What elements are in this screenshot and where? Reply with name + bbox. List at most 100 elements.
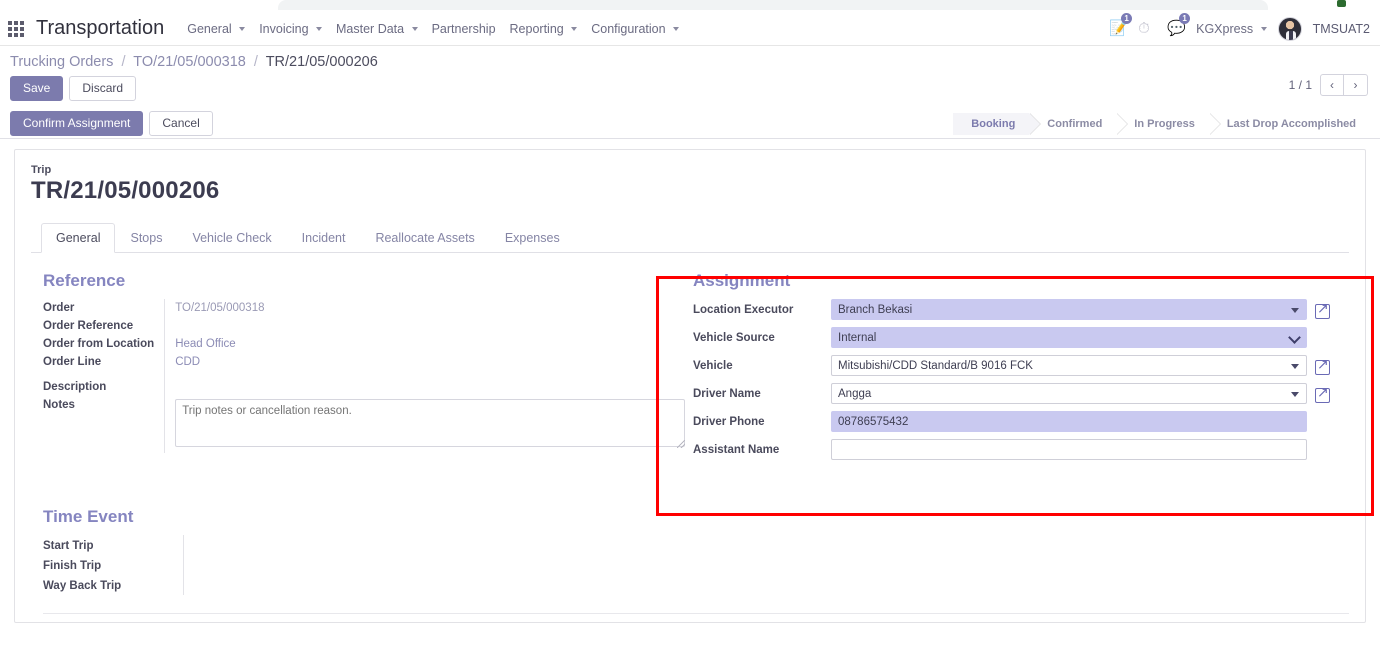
start-trip-value[interactable] [183, 535, 483, 555]
pager-next-button[interactable]: › [1344, 74, 1368, 96]
menu-invoicing-label: Invoicing [259, 21, 309, 36]
browser-chrome-strip [0, 0, 1380, 12]
menu-configuration-label: Configuration [591, 21, 666, 36]
clock-icon[interactable]: ⏱ [1138, 20, 1156, 38]
reference-group: Reference Order TO/21/05/000318 Order Re… [31, 271, 686, 467]
driver-name-input[interactable]: Angga [831, 383, 1307, 404]
field-row-assistant-name: Assistant Name [693, 439, 1331, 460]
form-sheet-wrapper: Trip TR/21/05/000206 General Stops Vehic… [0, 139, 1380, 623]
field-row-driver-phone: Driver Phone 08786575432 [693, 411, 1331, 432]
vehicle-external-link-icon[interactable] [1315, 355, 1331, 375]
pager-count: 1 / 1 [1288, 78, 1312, 92]
assignment-group-title: Assignment [693, 271, 791, 290]
field-row-way-back-trip: Way Back Trip [43, 575, 483, 595]
vehicle-input[interactable]: Mitsubishi/CDD Standard/B 9016 FCK [831, 355, 1307, 376]
vehicle-value: Mitsubishi/CDD Standard/B 9016 FCK [838, 359, 1033, 372]
menu-reporting[interactable]: Reporting [503, 18, 585, 40]
breadcrumb-separator: / [253, 54, 258, 70]
discard-button[interactable]: Discard [69, 76, 137, 101]
order-line-value[interactable]: CDD [165, 353, 688, 371]
status-stage-last-drop-accomplished[interactable]: Last Drop Accomplished [1208, 112, 1370, 135]
save-button[interactable]: Save [10, 76, 64, 101]
browser-tab[interactable] [278, 0, 1268, 10]
tab-vehicle-check[interactable]: Vehicle Check [177, 223, 286, 253]
form-tabs: General Stops Vehicle Check Incident Rea… [31, 223, 1349, 253]
chevron-down-icon [673, 27, 680, 32]
top-navbar: Transportation General Invoicing Master … [0, 12, 1380, 46]
breadcrumb-parent[interactable]: TO/21/05/000318 [133, 54, 246, 70]
field-row-start-trip: Start Trip [43, 535, 483, 555]
user-menu-label[interactable]: TMSUAT2 [1313, 22, 1370, 36]
location-executor-input[interactable]: Branch Bekasi [831, 299, 1307, 320]
tab-general[interactable]: General [41, 223, 116, 253]
menu-general[interactable]: General [180, 18, 252, 40]
field-row-vehicle-source: Vehicle Source Internal [693, 327, 1331, 348]
driver-name-external-link-icon[interactable] [1315, 383, 1331, 403]
order-reference-value[interactable] [165, 317, 688, 335]
field-row-vehicle: Vehicle Mitsubishi/CDD Standard/B 9016 F… [693, 355, 1331, 376]
location-executor-value: Branch Bekasi [838, 303, 913, 316]
driver-phone-input[interactable]: 08786575432 [831, 411, 1307, 432]
status-pipeline: Booking Confirmed In Progress Last Drop … [953, 112, 1370, 135]
tab-stops[interactable]: Stops [115, 223, 177, 253]
driver-phone-value: 08786575432 [838, 415, 909, 428]
browser-indicator-icon [1337, 0, 1346, 7]
start-trip-label: Start Trip [43, 535, 184, 555]
breadcrumb-separator: / [121, 54, 126, 70]
menu-invoicing[interactable]: Invoicing [252, 18, 329, 40]
order-from-location-value[interactable]: Head Office [165, 335, 688, 353]
company-label: KGXpress [1196, 21, 1254, 36]
tab-reallocate-assets[interactable]: Reallocate Assets [360, 223, 489, 253]
vehicle-source-select[interactable]: Internal [831, 327, 1307, 348]
reference-fields: Order TO/21/05/000318 Order Reference Or… [43, 299, 687, 453]
field-row-order-from-location: Order from Location Head Office [43, 335, 687, 353]
edit-note-icon[interactable]: 📝 1 [1109, 12, 1133, 38]
driver-name-label: Driver Name [693, 387, 761, 400]
location-executor-external-link-icon[interactable] [1315, 299, 1331, 319]
tab-expenses[interactable]: Expenses [490, 223, 575, 253]
tab-incident[interactable]: Incident [287, 223, 361, 253]
application-window: Transportation General Invoicing Master … [0, 12, 1380, 655]
assistant-name-input[interactable] [831, 439, 1307, 460]
menu-reporting-label: Reporting [509, 21, 564, 36]
grid-apps-icon[interactable] [8, 20, 24, 37]
sheet-divider [43, 613, 1349, 614]
menu-configuration[interactable]: Configuration [584, 18, 686, 40]
breadcrumb: Trucking Orders / TO/21/05/000318 / TR/2… [10, 54, 1370, 70]
time-event-group-title: Time Event [43, 507, 134, 526]
record-pager: 1 / 1 ‹ › [1289, 74, 1368, 96]
breadcrumb-current: TR/21/05/000206 [265, 54, 378, 70]
chevron-down-icon [1291, 307, 1299, 313]
status-stage-in-progress[interactable]: In Progress [1116, 112, 1221, 135]
menu-master-data[interactable]: Master Data [329, 18, 425, 40]
order-label: Order [43, 299, 166, 317]
confirm-assignment-button[interactable]: Confirm Assignment [10, 111, 144, 136]
chevron-down-icon [411, 27, 418, 32]
order-value[interactable]: TO/21/05/000318 [165, 299, 688, 317]
reference-group-title: Reference [43, 271, 126, 290]
chevron-down-icon [1260, 27, 1267, 32]
status-stage-booking[interactable]: Booking [953, 112, 1042, 135]
cancel-button[interactable]: Cancel [149, 111, 213, 136]
chat-bubbles-icon[interactable]: 💬 1 [1167, 12, 1191, 38]
status-stage-confirmed[interactable]: Confirmed [1029, 112, 1129, 135]
finish-trip-value[interactable] [183, 555, 483, 575]
chevron-down-icon [1288, 330, 1301, 344]
app-brand-title[interactable]: Transportation [36, 17, 164, 40]
breadcrumb-root[interactable]: Trucking Orders [10, 54, 113, 70]
pager-previous-button[interactable]: ‹ [1320, 74, 1344, 96]
form-sheet: Trip TR/21/05/000206 General Stops Vehic… [14, 149, 1366, 623]
way-back-trip-label: Way Back Trip [43, 575, 184, 595]
avatar[interactable] [1277, 16, 1302, 41]
messages-badge: 1 [1179, 12, 1191, 24]
assistant-name-label: Assistant Name [693, 443, 780, 456]
chevron-down-icon [1291, 363, 1299, 369]
vehicle-source-label: Vehicle Source [693, 331, 775, 344]
company-switcher[interactable]: KGXpress [1196, 21, 1267, 36]
way-back-trip-value[interactable] [183, 575, 483, 595]
breadcrumb-bar: Trucking Orders / TO/21/05/000318 / TR/2… [0, 46, 1380, 101]
driver-phone-label: Driver Phone [693, 415, 765, 428]
notes-input[interactable] [175, 399, 686, 447]
menu-partnership[interactable]: Partnership [425, 18, 503, 40]
field-row-notes: Notes [43, 396, 687, 453]
